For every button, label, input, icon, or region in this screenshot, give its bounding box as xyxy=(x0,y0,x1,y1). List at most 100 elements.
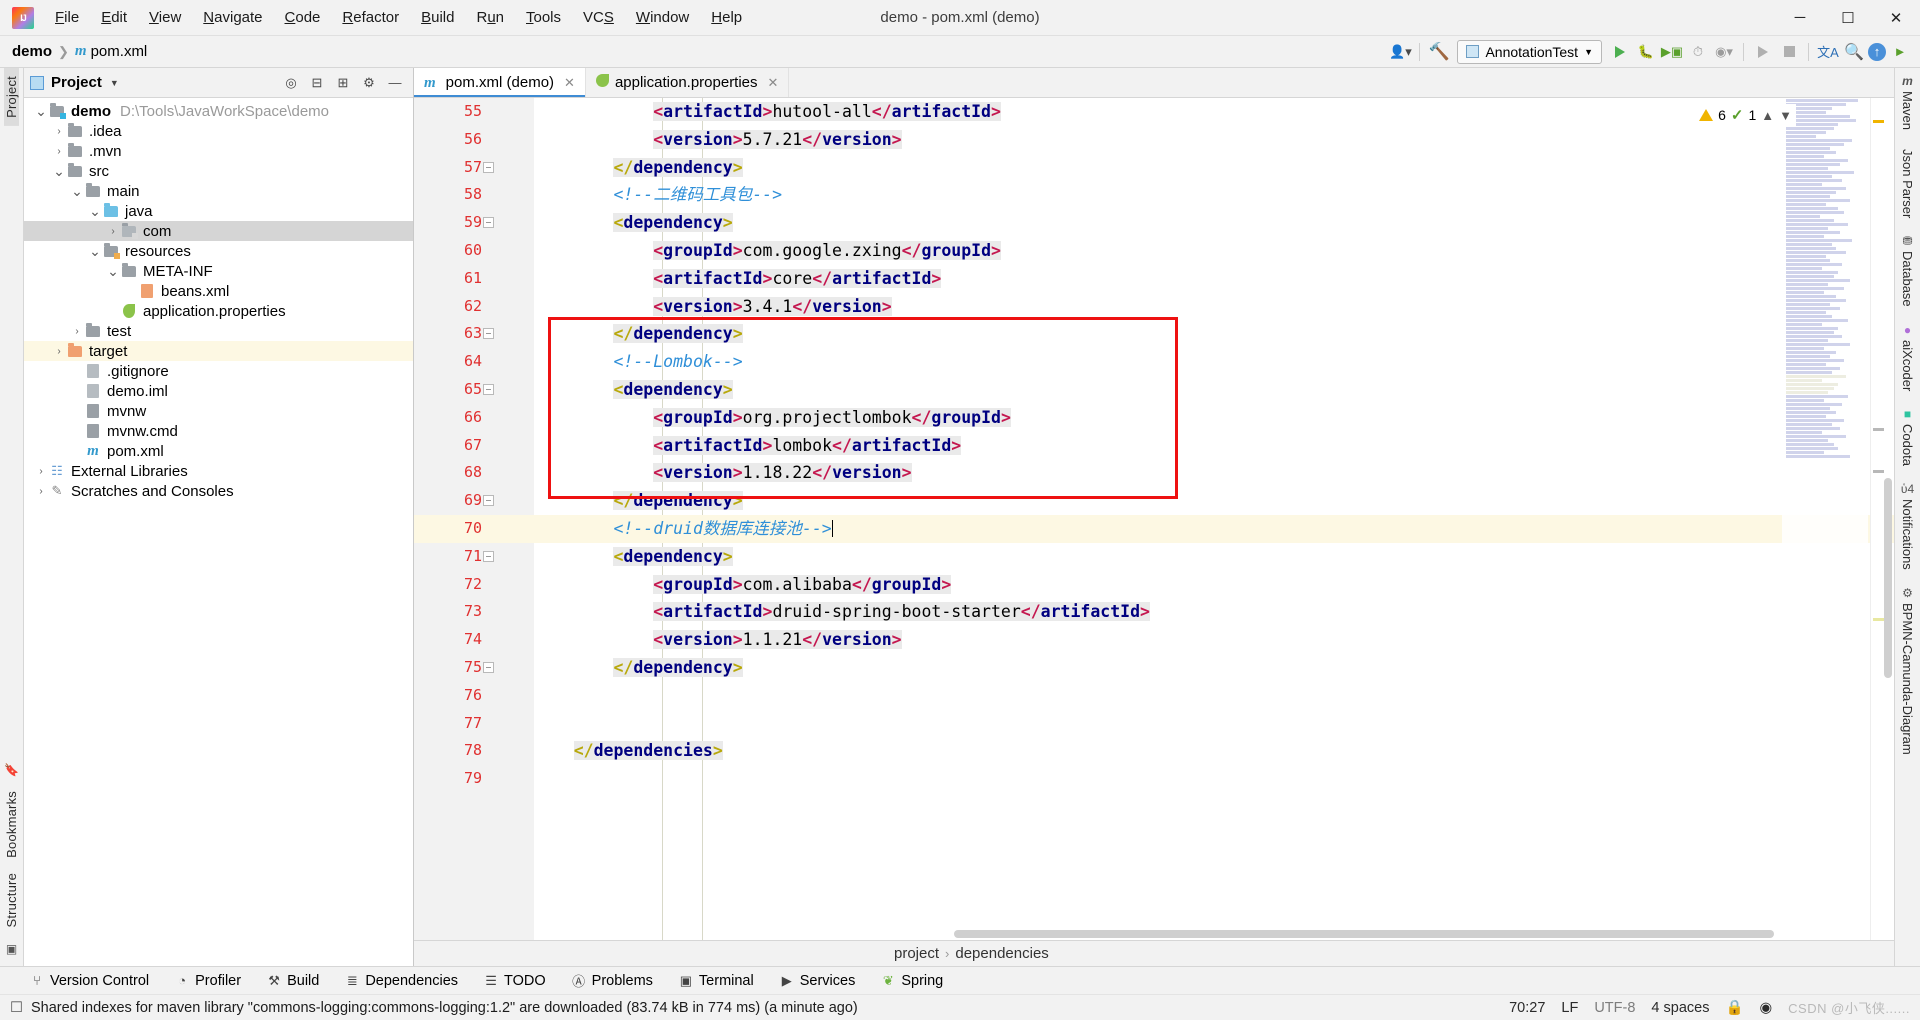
fold-expand-icon[interactable] xyxy=(483,384,494,395)
chevron-down-icon[interactable]: ⌄ xyxy=(88,244,102,258)
chevron-right-icon[interactable]: › xyxy=(70,326,84,337)
tool-window-version-control[interactable]: ⑂ Version Control xyxy=(26,971,153,991)
run-with-coverage-icon[interactable]: ▶▣ xyxy=(1660,40,1684,64)
code-line[interactable]: <!--druid数据库连接池--> xyxy=(534,514,1894,543)
rerun-icon[interactable] xyxy=(1751,40,1775,64)
line-number[interactable]: 76 xyxy=(414,682,534,710)
code-line[interactable]: <version>3.4.1</version> xyxy=(534,293,1894,321)
profiler-icon[interactable]: ⏱ xyxy=(1686,40,1710,64)
chevron-right-icon[interactable]: › xyxy=(34,486,48,497)
updates-icon[interactable]: ↑ xyxy=(1868,42,1886,61)
fold-expand-icon[interactable] xyxy=(483,217,494,229)
menu-build[interactable]: Build xyxy=(410,4,465,32)
code-line[interactable]: <artifactId>hutool-all</artifactId> xyxy=(534,98,1894,126)
close-icon[interactable]: ✕ xyxy=(564,75,575,91)
tree-item--idea[interactable]: › .idea xyxy=(24,121,413,141)
chevron-down-icon[interactable]: ⌄ xyxy=(106,264,120,278)
tool-window-todo[interactable]: ☰ TODO xyxy=(480,971,550,991)
tree-item-target[interactable]: › target xyxy=(24,341,413,361)
tree-item-test[interactable]: › test xyxy=(24,321,413,341)
tree-item-mvnw[interactable]: mvnw xyxy=(24,401,413,421)
code-line[interactable]: <!--Lombok--> xyxy=(534,348,1894,376)
indent-setting[interactable]: 4 spaces xyxy=(1651,1000,1709,1016)
breadcrumb-project[interactable]: demo xyxy=(12,43,52,60)
line-separator[interactable]: LF xyxy=(1561,1000,1578,1016)
line-number[interactable]: 64 xyxy=(414,348,534,376)
code-line[interactable] xyxy=(534,682,1894,710)
rail-button-project[interactable]: Project xyxy=(4,68,19,126)
line-number[interactable]: 73 xyxy=(414,598,534,626)
line-number[interactable]: 69 xyxy=(414,487,534,515)
right-rail-button-maven[interactable]: m Maven xyxy=(1900,74,1915,130)
chevron-right-icon[interactable]: › xyxy=(52,126,66,137)
chevron-right-icon[interactable]: › xyxy=(52,146,66,157)
line-number[interactable]: 61 xyxy=(414,265,534,293)
editor-viewport[interactable]: 55 56 57 58 59 60 61 62 63 64 65 66 67 68 69 70 71 72 73 74… xyxy=(414,98,1894,940)
tool-window-spring[interactable]: ❦ Spring xyxy=(877,971,947,991)
chevron-down-icon[interactable]: ⌄ xyxy=(70,184,84,198)
chevron-right-icon[interactable]: › xyxy=(52,346,66,357)
menu-refactor[interactable]: Refactor xyxy=(331,4,410,32)
menu-edit[interactable]: Edit xyxy=(90,4,138,32)
menu-view[interactable]: View xyxy=(138,4,192,32)
person-dropdown-icon[interactable]: 👤▾ xyxy=(1388,40,1412,64)
code-line[interactable]: <groupId>com.google.zxing</groupId> xyxy=(534,237,1894,265)
menu-vcs[interactable]: VCS xyxy=(572,4,625,32)
editor-breadcrumb-project[interactable]: project xyxy=(894,945,939,962)
line-number[interactable]: 60 xyxy=(414,237,534,265)
fold-collapse-icon[interactable] xyxy=(483,495,494,507)
hammer-build-icon[interactable]: 🔨 xyxy=(1427,40,1451,64)
code-line[interactable] xyxy=(534,765,1894,793)
code-line[interactable]: <version>1.18.22</version> xyxy=(534,459,1894,487)
close-icon[interactable]: ✕ xyxy=(768,75,779,91)
stop-icon[interactable] xyxy=(1777,40,1801,64)
debug-icon[interactable]: 🐛 xyxy=(1634,40,1658,64)
tree-item-src[interactable]: ⌄ src xyxy=(24,161,413,181)
tree-item-mvnw-cmd[interactable]: mvnw.cmd xyxy=(24,421,413,441)
chevron-right-icon[interactable]: › xyxy=(34,466,48,477)
line-number[interactable]: 70 xyxy=(414,514,534,543)
locate-icon[interactable]: ◎ xyxy=(279,71,303,95)
line-number[interactable]: 57 xyxy=(414,154,534,182)
hide-icon[interactable]: ― xyxy=(383,71,407,95)
line-number[interactable]: 59 xyxy=(414,209,534,237)
code-line[interactable]: <dependency> xyxy=(534,209,1894,237)
tree-item-java[interactable]: ⌄ java xyxy=(24,201,413,221)
tree-item-external-libraries[interactable]: › ☷ External Libraries xyxy=(24,461,413,481)
right-rail-button-bpmn-camunda-diagram[interactable]: ⚙ BPMN-Camunda-Diagram xyxy=(1900,586,1915,755)
line-number[interactable]: 71 xyxy=(414,543,534,571)
rail-button-structure[interactable]: Structure xyxy=(4,865,19,936)
line-number[interactable]: 74 xyxy=(414,626,534,654)
collapse-all-icon[interactable]: ⊞ xyxy=(331,71,355,95)
code-line[interactable]: </dependency> xyxy=(534,654,1894,682)
tool-window-problems[interactable]: Ⓐ Problems xyxy=(568,969,657,992)
line-number[interactable]: 67 xyxy=(414,432,534,460)
editor-breadcrumb-dependencies[interactable]: dependencies xyxy=(955,945,1048,962)
code-line[interactable] xyxy=(534,710,1894,738)
line-number[interactable]: 62 xyxy=(414,293,534,321)
horizontal-scrollbar[interactable] xyxy=(954,930,1774,938)
fold-collapse-icon[interactable] xyxy=(483,328,494,340)
tree-item-application-properties[interactable]: application.properties xyxy=(24,301,413,321)
chevron-up-icon[interactable]: ▲ xyxy=(1761,108,1774,123)
line-number[interactable]: 58 xyxy=(414,181,534,209)
rail-button-bookmarks[interactable]: Bookmarks xyxy=(4,783,19,866)
editor-tab-application-properties[interactable]: application.properties ✕ xyxy=(585,68,790,97)
stripe-marker[interactable] xyxy=(1873,428,1884,431)
line-number[interactable]: 65 xyxy=(414,376,534,404)
inspection-level-icon[interactable]: ◉ xyxy=(1760,1000,1773,1016)
tree-item-pom-xml[interactable]: m pom.xml xyxy=(24,441,413,461)
run-configuration-selector[interactable]: AnnotationTest ▼ xyxy=(1457,39,1602,64)
code-line[interactable]: </dependency> xyxy=(534,487,1894,515)
menu-navigate[interactable]: Navigate xyxy=(192,4,273,32)
line-number[interactable]: 55 xyxy=(414,98,534,126)
menu-window[interactable]: Window xyxy=(625,4,700,32)
line-number[interactable]: 56 xyxy=(414,126,534,154)
maximize-icon[interactable]: ☐ xyxy=(1824,0,1872,36)
line-number[interactable]: 66 xyxy=(414,404,534,432)
code-line[interactable]: <dependency> xyxy=(534,376,1894,404)
chevron-down-icon[interactable]: ⌄ xyxy=(88,204,102,218)
run-icon[interactable] xyxy=(1608,40,1632,64)
menu-file[interactable]: File xyxy=(44,4,90,32)
line-number[interactable]: 63 xyxy=(414,320,534,348)
